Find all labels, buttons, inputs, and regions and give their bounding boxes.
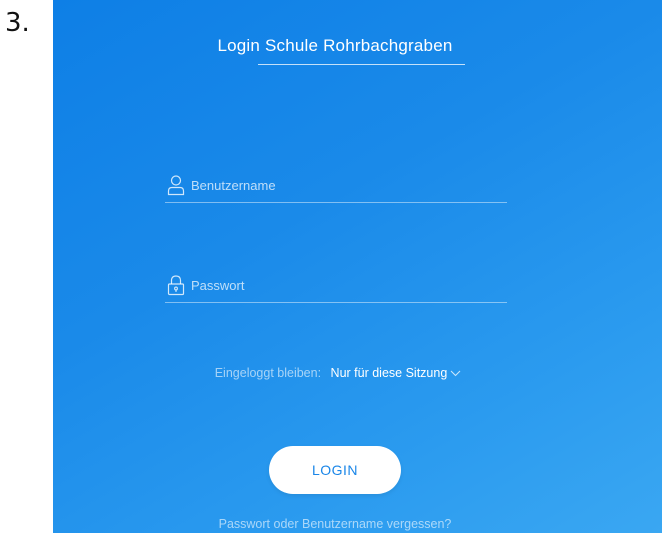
login-button[interactable]: LOGIN (269, 446, 401, 494)
stay-logged-in-row: Eingeloggt bleiben: Nur für diese Sitzun… (173, 366, 503, 380)
title-underline (258, 64, 465, 65)
forgot-credentials-link[interactable]: Passwort oder Benutzername vergessen? (183, 517, 487, 531)
lock-icon (167, 274, 185, 296)
session-duration-value: Nur für diese Sitzung (330, 366, 448, 380)
password-input[interactable] (191, 274, 501, 296)
password-field[interactable] (165, 272, 507, 303)
user-icon (167, 174, 185, 196)
username-input[interactable] (191, 174, 501, 196)
session-duration-select[interactable]: Nur für diese Sitzung (331, 366, 462, 380)
login-panel: Login Schule Rohrbachgraben Eingeloggt b… (53, 0, 662, 533)
login-title: Login Schule Rohrbachgraben (217, 36, 453, 55)
chevron-down-icon (450, 370, 461, 377)
step-number: 3. (5, 8, 30, 38)
username-field[interactable] (165, 172, 507, 203)
stay-logged-in-label: Eingeloggt bleiben: (214, 366, 322, 380)
